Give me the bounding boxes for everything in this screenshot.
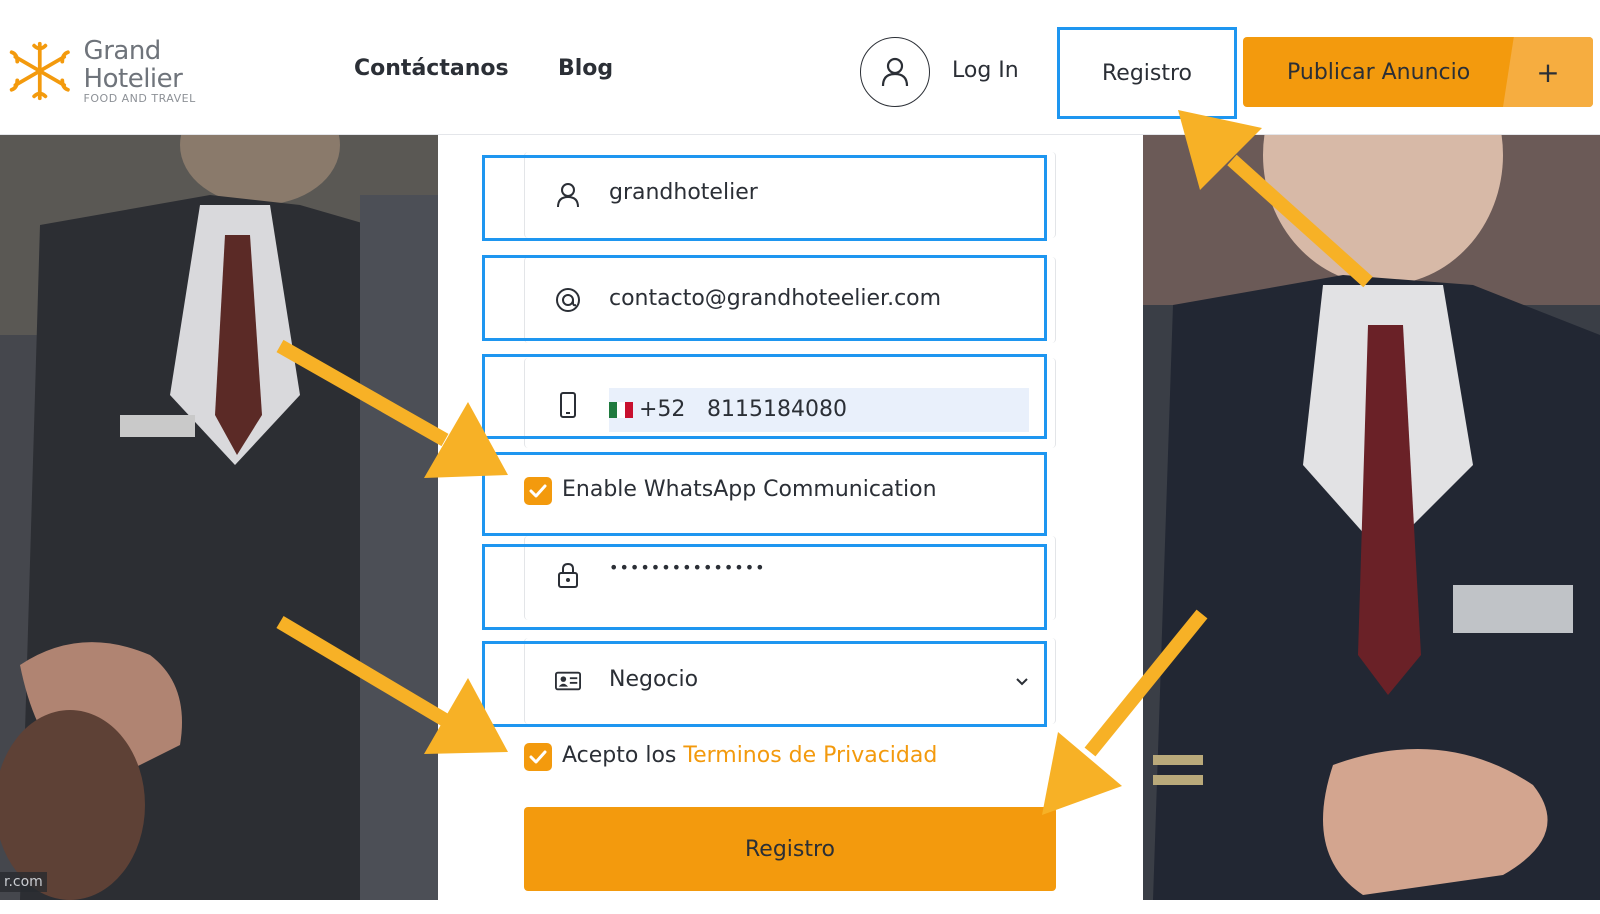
username-field[interactable]: grandhotelier — [524, 152, 1056, 238]
publish-plus-label: + — [1536, 55, 1560, 89]
email-field[interactable]: contacto@grandhoteelier.com — [524, 257, 1056, 343]
registration-form-panel — [438, 135, 1143, 900]
user-account-button[interactable] — [860, 37, 930, 107]
checkmark-icon — [529, 484, 547, 498]
nav-contact-link[interactable]: Contáctanos — [354, 56, 509, 81]
account-type-select[interactable]: Negocio — [524, 638, 1056, 724]
logo-tagline: FOOD AND TRAVEL — [83, 92, 196, 105]
email-value: contacto@grandhoteelier.com — [609, 286, 942, 311]
logo-icon — [9, 41, 70, 101]
nav-blog-link[interactable]: Blog — [558, 56, 613, 81]
country-dial-code: +52 — [639, 397, 686, 422]
submit-register-label: Registro — [744, 836, 836, 862]
register-link[interactable]: Registro — [1057, 27, 1237, 119]
checkmark-icon — [529, 750, 547, 764]
chevron-down-icon — [1015, 672, 1029, 691]
terms-prefix: Acepto los — [562, 743, 684, 768]
publish-ad-label: Publicar Anuncio — [1287, 59, 1471, 85]
terms-checkbox[interactable] — [524, 743, 552, 771]
phone-field[interactable]: +52 8115184080 — [524, 358, 1056, 448]
logo-name: Grand Hotelier — [83, 36, 183, 94]
lock-icon — [555, 562, 581, 588]
username-value: grandhotelier — [609, 180, 758, 205]
id-card-icon — [555, 668, 581, 694]
logo[interactable]: Grand Hotelier FOOD AND TRAVEL — [6, 36, 256, 106]
register-link-label: Registro — [1101, 60, 1193, 86]
plus-icon: + — [1503, 37, 1593, 107]
mexico-flag-icon[interactable] — [609, 402, 633, 418]
user-circle-icon — [881, 57, 909, 87]
background-photo-left — [0, 135, 438, 900]
password-field[interactable]: ••••••••••••••• — [524, 536, 1056, 620]
background-photo-right — [1143, 135, 1600, 900]
phone-input[interactable]: +52 8115184080 — [609, 388, 1029, 432]
watermark: r.com — [0, 872, 47, 892]
user-icon — [555, 182, 581, 208]
phone-number-value: 8115184080 — [707, 397, 847, 422]
privacy-terms-link[interactable]: Terminos de Privacidad — [683, 743, 937, 768]
login-link[interactable]: Log In — [952, 58, 1019, 83]
whatsapp-label: Enable WhatsApp Communication — [562, 477, 937, 502]
terms-label: Acepto los Terminos de Privacidad — [562, 743, 937, 768]
password-value: ••••••••••••••• — [609, 558, 766, 577]
site-header: Grand Hotelier FOOD AND TRAVEL Contáctan… — [0, 0, 1600, 135]
submit-register-button[interactable]: Registro — [524, 807, 1056, 891]
account-type-value: Negocio — [609, 667, 699, 692]
whatsapp-checkbox[interactable] — [524, 477, 552, 505]
publish-ad-button[interactable]: Publicar Anuncio + — [1243, 37, 1593, 107]
at-icon — [555, 287, 581, 313]
phone-icon — [555, 392, 581, 418]
